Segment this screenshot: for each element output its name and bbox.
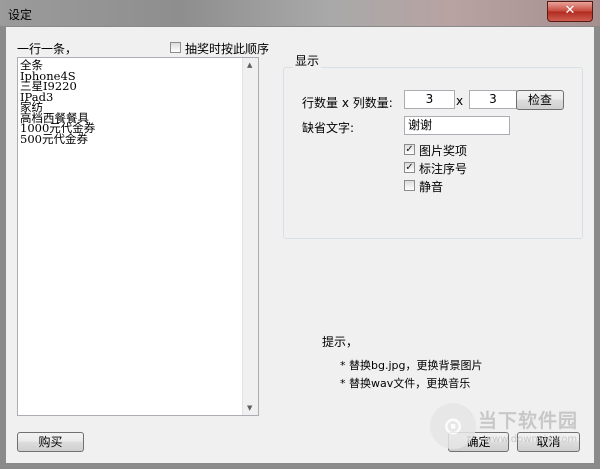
order-checkbox[interactable] — [170, 42, 181, 53]
cols-input[interactable]: 3 — [469, 90, 517, 109]
times-label: x — [456, 94, 464, 108]
hint-line: * 替换bg.jpg，更换背景图片 — [340, 359, 483, 372]
mute-label: 静音 — [419, 180, 444, 194]
prize-list[interactable]: 全条 Iphone4S 三星I9220 IPad3 家纺 高档西餐餐具 1000… — [17, 57, 259, 416]
title-bar[interactable]: 设定 ✕ — [0, 0, 600, 26]
image-prize-checkbox[interactable]: ✓ — [404, 144, 415, 155]
prize-list-text[interactable]: 全条 Iphone4S 三星I9220 IPad3 家纺 高档西餐餐具 1000… — [20, 60, 95, 144]
watermark-url: www.downxia.com — [484, 434, 578, 445]
check-button[interactable]: 检查 — [516, 90, 564, 110]
list-scrollbar[interactable]: ▲ ▼ — [242, 58, 258, 415]
hint-title: 提示， — [322, 335, 359, 349]
order-checkbox-label: 抽奖时按此顺序 — [185, 42, 270, 56]
image-prize-label: 图片奖项 — [419, 144, 468, 158]
close-button[interactable]: ✕ — [547, 1, 593, 22]
default-text-label: 缺省文字: — [302, 121, 355, 135]
dialog-body: 一行一条， 抽奖时按此顺序 全条 Iphone4S 三星I9220 IPad3 … — [6, 27, 594, 463]
watermark-text: 当下软件园 — [478, 410, 579, 432]
show-number-checkbox[interactable]: ✓ — [404, 162, 415, 173]
list-header-label: 一行一条， — [17, 42, 78, 56]
mute-checkbox[interactable] — [404, 180, 415, 191]
close-icon: ✕ — [564, 3, 576, 18]
scroll-down-icon[interactable]: ▼ — [247, 404, 252, 412]
rows-cols-label: 行数量 x 列数量: — [302, 96, 393, 110]
scroll-up-icon[interactable]: ▲ — [247, 61, 252, 69]
default-text-input[interactable]: 谢谢 — [404, 116, 510, 135]
list-item: 500元代金券 — [20, 131, 88, 146]
window-title: 设定 — [8, 8, 33, 22]
hint-line: * 替换wav文件，更换音乐 — [340, 377, 471, 390]
show-number-label: 标注序号 — [419, 162, 468, 176]
watermark-logo-icon: ⊙ — [430, 403, 476, 449]
rows-input[interactable]: 3 — [404, 90, 455, 109]
buy-button[interactable]: 购买 — [17, 432, 84, 452]
display-group-label: 显示 — [293, 52, 322, 69]
